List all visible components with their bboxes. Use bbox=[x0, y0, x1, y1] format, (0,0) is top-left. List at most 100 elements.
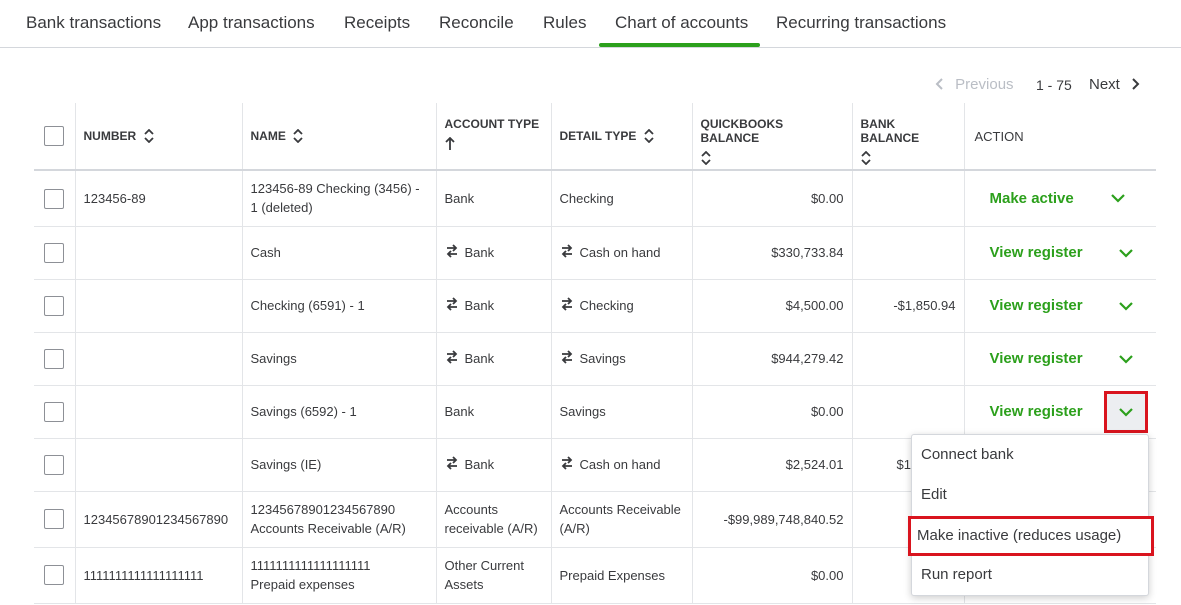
bank-connection-icon bbox=[561, 244, 572, 258]
detail-type: Cash on hand bbox=[551, 226, 693, 280]
account-name: Savings bbox=[242, 332, 437, 386]
next-page-button[interactable]: Next bbox=[1089, 76, 1142, 93]
view-register-link[interactable]: View register bbox=[990, 350, 1083, 367]
detail-type: Prepaid Expenses bbox=[551, 547, 693, 604]
action-menu-button[interactable] bbox=[1106, 286, 1146, 326]
chevron-down-icon bbox=[1119, 354, 1133, 364]
tab-app-transactions[interactable]: App transactions bbox=[188, 13, 315, 33]
account-number bbox=[75, 226, 243, 280]
account-name: Cash bbox=[242, 226, 437, 280]
account-type: Bank bbox=[436, 279, 552, 333]
menu-item-make-inactive[interactable]: Make inactive (reduces usage) bbox=[908, 516, 1154, 556]
account-name: 1111111111111111111 Prepaid expenses bbox=[242, 547, 437, 604]
tab-bank-transactions[interactable]: Bank transactions bbox=[26, 13, 161, 33]
row-checkbox[interactable] bbox=[44, 454, 64, 475]
account-number bbox=[75, 332, 243, 386]
row-action-dropdown-menu: Connect bank Edit Make inactive (reduces… bbox=[908, 434, 1154, 596]
view-register-link[interactable]: View register bbox=[990, 403, 1083, 420]
action-menu-button[interactable] bbox=[1104, 390, 1148, 433]
row-checkbox[interactable] bbox=[44, 348, 64, 369]
table-header-row: NUMBER NAME ACCOUNT TYPE DETAIL TYPE QUI… bbox=[34, 103, 1156, 171]
detail-type: Savings bbox=[551, 332, 693, 386]
column-header-bank-balance[interactable]: BANK BALANCE bbox=[852, 103, 965, 171]
column-header-action: ACTION bbox=[964, 103, 1156, 171]
bank-connection-icon bbox=[561, 297, 572, 311]
chevron-right-icon bbox=[1132, 78, 1140, 90]
make-active-link[interactable]: Make active bbox=[990, 190, 1074, 207]
tab-rules[interactable]: Rules bbox=[543, 13, 586, 33]
account-name: Savings (6592) - 1 bbox=[242, 385, 437, 439]
bank-connection-icon bbox=[561, 350, 572, 364]
action-cell: Make active bbox=[964, 170, 1156, 227]
action-menu-button[interactable] bbox=[1106, 339, 1146, 379]
sort-icon bbox=[700, 150, 711, 166]
menu-item-edit[interactable]: Edit bbox=[912, 475, 1148, 515]
sort-icon bbox=[143, 129, 154, 144]
table-row: Savings (6592) - 1 Bank Savings $0.00 Vi… bbox=[34, 385, 1156, 439]
bank-balance bbox=[852, 332, 965, 386]
action-cell: View register bbox=[964, 226, 1156, 280]
account-name: Checking (6591) - 1 bbox=[242, 279, 437, 333]
chevron-down-icon bbox=[1111, 194, 1125, 203]
tab-recurring-transactions[interactable]: Recurring transactions bbox=[776, 13, 946, 33]
select-all-checkbox[interactable] bbox=[44, 126, 64, 146]
sort-icon bbox=[644, 129, 654, 144]
active-tab-indicator bbox=[599, 43, 760, 47]
account-number: 1111111111111111111 bbox=[75, 547, 243, 604]
chevron-down-icon bbox=[1119, 407, 1133, 417]
detail-type: Cash on hand bbox=[551, 438, 693, 492]
action-cell: View register bbox=[964, 279, 1156, 333]
column-header-quickbooks-balance[interactable]: QUICKBOOKS BALANCE bbox=[692, 103, 853, 171]
quickbooks-balance: $0.00 bbox=[692, 170, 853, 227]
action-cell: View register bbox=[964, 385, 1156, 439]
quickbooks-balance: $2,524.01 bbox=[692, 438, 853, 492]
account-type: Bank bbox=[436, 438, 552, 492]
menu-item-connect-bank[interactable]: Connect bank bbox=[912, 435, 1148, 475]
account-number: 12345678901234567890 bbox=[75, 491, 243, 548]
previous-page-button[interactable]: Previous bbox=[933, 76, 1014, 93]
account-number bbox=[75, 279, 243, 333]
sort-icon bbox=[860, 150, 871, 166]
action-menu-button[interactable] bbox=[1098, 178, 1138, 218]
detail-type: Checking bbox=[551, 170, 693, 227]
chevron-left-icon bbox=[935, 78, 943, 90]
bank-connection-icon bbox=[446, 297, 457, 311]
chevron-down-icon bbox=[1119, 301, 1133, 311]
view-register-link[interactable]: View register bbox=[990, 244, 1083, 261]
quickbooks-balance: $944,279.42 bbox=[692, 332, 853, 386]
account-type: Other Current Assets bbox=[436, 547, 552, 604]
row-checkbox[interactable] bbox=[44, 565, 64, 586]
column-header-number[interactable]: NUMBER bbox=[75, 103, 243, 171]
column-header-account-type[interactable]: ACCOUNT TYPE bbox=[436, 103, 552, 171]
action-menu-button[interactable] bbox=[1106, 233, 1146, 273]
bank-connection-icon bbox=[446, 456, 457, 470]
table-row: Checking (6591) - 1 Bank Checking $4,500… bbox=[34, 279, 1156, 333]
account-type: Bank bbox=[436, 226, 552, 280]
row-checkbox[interactable] bbox=[44, 295, 64, 316]
column-header-name[interactable]: NAME bbox=[242, 103, 437, 171]
bank-connection-icon bbox=[446, 244, 457, 258]
tab-chart-of-accounts[interactable]: Chart of accounts bbox=[615, 13, 748, 33]
row-checkbox[interactable] bbox=[44, 188, 64, 209]
bank-balance bbox=[852, 226, 965, 280]
row-checkbox[interactable] bbox=[44, 509, 64, 530]
account-type: Bank bbox=[436, 385, 552, 439]
view-register-link[interactable]: View register bbox=[990, 297, 1083, 314]
tab-receipts[interactable]: Receipts bbox=[344, 13, 410, 33]
account-name: 12345678901234567890 Accounts Receivable … bbox=[242, 491, 437, 548]
account-number: 123456-89 bbox=[75, 170, 243, 227]
account-name: Savings (IE) bbox=[242, 438, 437, 492]
chevron-down-icon bbox=[1119, 248, 1133, 258]
tab-reconcile[interactable]: Reconcile bbox=[439, 13, 514, 33]
quickbooks-balance: $4,500.00 bbox=[692, 279, 853, 333]
sort-ascending-icon bbox=[444, 136, 455, 150]
account-number bbox=[75, 438, 243, 492]
menu-item-run-report[interactable]: Run report bbox=[912, 555, 1148, 595]
account-name: 123456-89 Checking (3456) - 1 (deleted) bbox=[242, 170, 437, 227]
detail-type: Accounts Receivable (A/R) bbox=[551, 491, 693, 548]
table-row: 123456-89 123456-89 Checking (3456) - 1 … bbox=[34, 170, 1156, 227]
row-checkbox[interactable] bbox=[44, 242, 64, 263]
bank-connection-icon bbox=[561, 456, 572, 470]
row-checkbox[interactable] bbox=[44, 401, 64, 422]
column-header-detail-type[interactable]: DETAIL TYPE bbox=[551, 103, 693, 171]
